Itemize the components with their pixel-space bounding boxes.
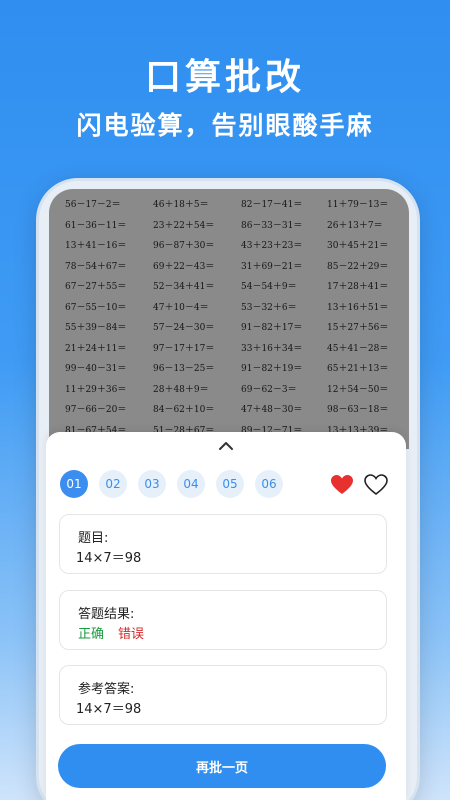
- worksheet-row: 13＋41－16＝ 96－87＋30＝ 43＋23＋23＝ 30＋45＋21＝: [49, 238, 409, 258]
- worksheet-problem: 28＋48＋9＝: [153, 384, 209, 395]
- recheck-page-button[interactable]: 再批一页: [58, 744, 386, 788]
- worksheet-problem: 57－24－30＝: [153, 323, 215, 333]
- tab-06[interactable]: 06: [255, 470, 283, 498]
- worksheet-row: 67－55－10＝ 47＋10－4＝ 53－32＋6＝ 13＋16＋51＝: [49, 300, 409, 320]
- worksheet-photo: 56－17－2＝ 46＋18＋5＝ 82－17－41＝ 11＋79－13＝ 61－36－…: [49, 189, 409, 449]
- favorite-filled-icon[interactable]: [330, 474, 354, 496]
- worksheet-problem: 69＋22－43＝: [153, 261, 215, 272]
- worksheet-problem: 11＋29＋36＝: [65, 384, 127, 395]
- worksheet-row: 21＋24＋11＝ 97－17＋17＝ 33＋16＋34＝ 45＋41－28＝: [49, 341, 409, 361]
- result-label: 答题结果:: [78, 607, 135, 622]
- worksheet-problem: 17＋28＋41＝: [327, 282, 389, 292]
- worksheet-row: 11＋29＋36＝ 28＋48＋9＝ 69－62－3＝ 12＋54－50＝: [49, 382, 409, 402]
- worksheet-row: 99－40－31＝ 96－13－25＝ 91－82＋19＝ 65＋21＋13＝: [49, 361, 409, 381]
- worksheet-problem: 12＋54－50＝: [327, 384, 389, 395]
- hero-subtitle: 闪电验算，告别眼酸手麻: [76, 111, 374, 140]
- chevron-up-icon[interactable]: [218, 440, 234, 452]
- worksheet-row: 67－27＋55＝ 52－34＋41＝ 54－54＋9＝ 17＋28＋41＝: [49, 279, 409, 299]
- hero-title: 口算批改: [144, 57, 305, 98]
- reference-value: 14×7＝98: [76, 702, 142, 717]
- worksheet-problem: 96－13－25＝: [153, 364, 215, 374]
- worksheet-problem: 45＋41－28＝: [327, 343, 389, 354]
- worksheet-problem: 67－27＋55＝: [65, 282, 127, 292]
- worksheet-problem: 67－55－10＝: [65, 302, 127, 313]
- worksheet-problem: 98－63－18＝: [327, 405, 389, 415]
- worksheet-problem: 31＋69－21＝: [241, 261, 303, 272]
- worksheet-problem: 21＋24＋11＝: [65, 343, 127, 354]
- worksheet-problem: 97－66－20＝: [65, 405, 127, 415]
- worksheet-problem: 52－34＋41＝: [153, 282, 215, 292]
- worksheet-problem: 84－62＋10＝: [153, 405, 215, 415]
- tab-01[interactable]: 01: [60, 470, 88, 498]
- reference-label: 参考答案:: [78, 682, 135, 697]
- worksheet-problem: 11＋79－13＝: [327, 200, 389, 210]
- worksheet-problem: 13＋41－16＝: [65, 241, 127, 251]
- worksheet-problem: 85－22＋29＝: [327, 261, 389, 272]
- worksheet-row: 55＋39－84＝ 57－24－30＝ 91－82＋17＝ 15＋27＋56＝: [49, 320, 409, 340]
- worksheet-problem: 97－17＋17＝: [153, 343, 215, 354]
- worksheet-row: 78－54＋67＝ 69＋22－43＝ 31＋69－21＝ 85－22＋29＝: [49, 259, 409, 279]
- favorite-outline-icon[interactable]: [364, 474, 388, 496]
- reference-card: 参考答案: 14×7＝98: [59, 665, 387, 725]
- worksheet-problem: 86－33－31＝: [241, 220, 303, 231]
- question-label: 题目:: [78, 531, 109, 546]
- worksheet-problem: 82－17－41＝: [241, 200, 303, 210]
- worksheet-problem: 99－40－31＝: [65, 364, 127, 374]
- worksheet-problem: 69－62－3＝: [241, 384, 297, 395]
- worksheet-problem: 91－82＋19＝: [241, 364, 303, 374]
- worksheet-problem: 13＋16＋51＝: [327, 302, 389, 313]
- worksheet-problem: 47＋48－30＝: [241, 405, 303, 415]
- tab-03[interactable]: 03: [138, 470, 166, 498]
- worksheet-problem: 56－17－2＝: [65, 200, 121, 210]
- result-correct[interactable]: 正确: [78, 623, 104, 642]
- worksheet-row: 97－66－20＝ 84－62＋10＝ 47＋48－30＝ 98－63－18＝: [49, 402, 409, 422]
- worksheet-row: 61－36－11＝ 23＋22＋54＝ 86－33－31＝ 26＋13＋7＝: [49, 218, 409, 238]
- question-card: 题目: 14×7＝98: [59, 514, 387, 574]
- worksheet-problem: 61－36－11＝: [65, 220, 127, 231]
- worksheet-problem: 96－87＋30＝: [153, 241, 215, 251]
- result-panel: 01 02 03 04 05 06 题目: 14×7＝98 答题结果: 正确 错…: [46, 432, 406, 800]
- tab-05[interactable]: 05: [216, 470, 244, 498]
- question-value: 14×7＝98: [76, 551, 142, 566]
- worksheet-problem: 46＋18＋5＝: [153, 200, 209, 210]
- worksheet-problem: 65＋21＋13＝: [327, 364, 389, 374]
- worksheet-problem: 15＋27＋56＝: [327, 323, 389, 333]
- result-card: 答题结果: 正确 错误: [59, 590, 387, 650]
- worksheet-problem: 91－82＋17＝: [241, 323, 303, 333]
- worksheet-problem: 47＋10－4＝: [153, 302, 209, 313]
- worksheet-problem: 43＋23＋23＝: [241, 241, 303, 251]
- worksheet-problem: 30＋45＋21＝: [327, 241, 389, 251]
- tab-04[interactable]: 04: [177, 470, 205, 498]
- tab-02[interactable]: 02: [99, 470, 127, 498]
- worksheet-problem: 26＋13＋7＝: [327, 220, 383, 231]
- worksheet-problem: 54－54＋9＝: [241, 282, 297, 292]
- result-wrong[interactable]: 错误: [118, 623, 144, 642]
- worksheet-problem: 53－32＋6＝: [241, 302, 297, 313]
- worksheet-problem: 78－54＋67＝: [65, 261, 127, 272]
- worksheet-problem: 23＋22＋54＝: [153, 220, 215, 231]
- worksheet-row: 56－17－2＝ 46＋18＋5＝ 82－17－41＝ 11＋79－13＝: [49, 197, 409, 217]
- worksheet-problem: 55＋39－84＝: [65, 323, 127, 333]
- worksheet-problem: 33＋16＋34＝: [241, 343, 303, 354]
